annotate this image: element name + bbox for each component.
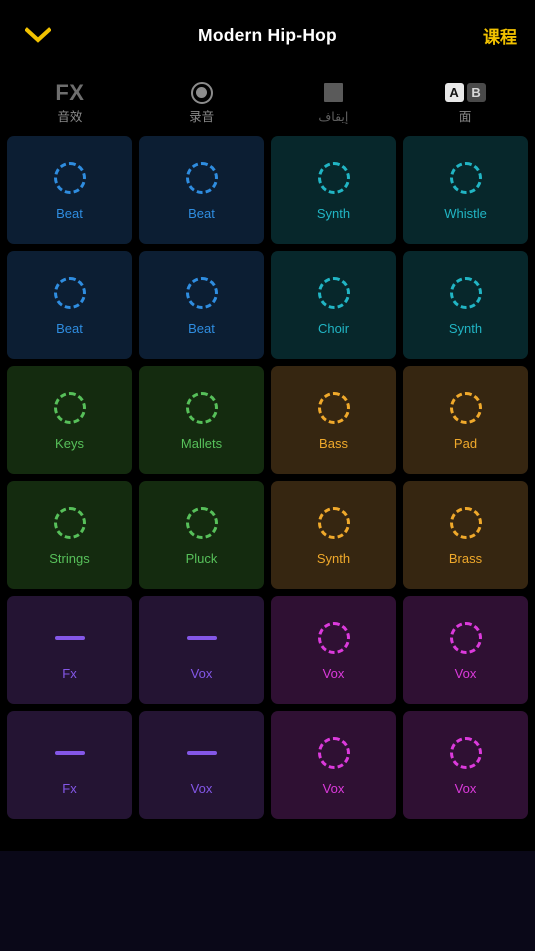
- pad-cell[interactable]: Synth: [403, 251, 528, 359]
- page-title: Modern Hip-Hop: [198, 24, 337, 45]
- pad-label: Vox: [454, 666, 477, 681]
- tool-record-label: 录音: [189, 109, 215, 124]
- pad-cell[interactable]: Keys: [7, 366, 132, 474]
- pad-label: Beat: [188, 206, 215, 221]
- pad-cell[interactable]: Beat: [7, 251, 132, 359]
- tool-stop[interactable]: إيقاف: [268, 70, 400, 132]
- pad-cell[interactable]: Fx: [7, 711, 132, 819]
- dashed-circle-icon: [316, 735, 352, 771]
- dashed-circle-icon: [184, 505, 220, 541]
- dashed-circle-icon: [52, 505, 88, 541]
- pad-label: Mallets: [180, 436, 223, 451]
- record-icon: [190, 79, 213, 107]
- pad-label: Brass: [448, 551, 483, 566]
- pad-cell[interactable]: Choir: [271, 251, 396, 359]
- pad-label: Synth: [448, 321, 483, 336]
- pad-cell[interactable]: Strings: [7, 481, 132, 589]
- pad-label: Vox: [322, 666, 345, 681]
- pad-cell[interactable]: Fx: [7, 596, 132, 704]
- tool-ab-label: 面: [458, 109, 472, 124]
- scene-a-key[interactable]: A: [444, 83, 464, 103]
- stop-icon: [323, 79, 343, 107]
- dashed-circle-icon: [316, 505, 352, 541]
- dashed-circle-icon: [316, 275, 352, 311]
- pad-label: Vox: [454, 781, 477, 796]
- tool-record[interactable]: 录音: [136, 70, 268, 132]
- top-navbar: Modern Hip-Hop 课程: [0, 0, 535, 70]
- pad-cell[interactable]: Synth: [271, 481, 396, 589]
- scene-b-key[interactable]: B: [466, 83, 486, 103]
- dashed-circle-icon: [52, 160, 88, 196]
- pad-label: Vox: [190, 781, 213, 796]
- dashed-circle-icon: [184, 390, 220, 426]
- tool-ab-scenes[interactable]: A B 面: [399, 70, 531, 132]
- fx-icon-text: FX: [55, 79, 85, 105]
- pad-label: Beat: [56, 321, 83, 336]
- pad-cell[interactable]: Bass: [271, 366, 396, 474]
- pad-cell[interactable]: Beat: [139, 136, 264, 244]
- dashed-circle-icon: [448, 620, 484, 656]
- pad-cell[interactable]: Vox: [271, 596, 396, 704]
- pad-label: Pad: [453, 436, 478, 451]
- pad-label: Keys: [55, 436, 84, 451]
- pad-cell[interactable]: Synth: [271, 136, 396, 244]
- dashed-circle-icon: [316, 160, 352, 196]
- pad-label: Strings: [49, 551, 90, 566]
- dashed-circle-icon: [52, 275, 88, 311]
- pad-label: Vox: [322, 781, 345, 796]
- pad-label: Beat: [188, 321, 215, 336]
- pad-label: Fx: [62, 781, 77, 796]
- dashed-circle-icon: [184, 160, 220, 196]
- pad-label: Whistle: [444, 206, 487, 221]
- dashed-circle-icon: [448, 160, 484, 196]
- chevron-down-icon[interactable]: [18, 15, 58, 55]
- pad-label: Choir: [317, 321, 350, 336]
- dashed-circle-icon: [52, 390, 88, 426]
- lessons-button[interactable]: 课程: [483, 23, 517, 48]
- bottom-panel: [0, 851, 535, 951]
- pad-label: Pluck: [185, 551, 218, 566]
- horizontal-bar-icon: [52, 735, 88, 771]
- pad-label: Vox: [190, 666, 213, 681]
- pad-cell[interactable]: Whistle: [403, 136, 528, 244]
- horizontal-bar-icon: [52, 620, 88, 656]
- pad-label: Beat: [56, 206, 83, 221]
- pad-cell[interactable]: Vox: [139, 596, 264, 704]
- pad-cell[interactable]: Beat: [139, 251, 264, 359]
- tool-stop-label: إيقاف: [318, 109, 349, 124]
- dashed-circle-icon: [316, 620, 352, 656]
- ab-toggle-icon: A B: [444, 79, 486, 107]
- horizontal-bar-icon: [184, 620, 220, 656]
- dashed-circle-icon: [448, 505, 484, 541]
- tool-fx[interactable]: FX 音效: [4, 70, 136, 132]
- dashed-circle-icon: [316, 390, 352, 426]
- pad-label: Synth: [316, 206, 351, 221]
- pad-label: Bass: [319, 436, 348, 451]
- pad-label: Synth: [316, 551, 351, 566]
- fx-icon: FX: [55, 79, 84, 107]
- pad-cell[interactable]: Brass: [403, 481, 528, 589]
- loop-pad-grid: Beat Beat Synth Whistle Beat Beat Choir Synth Ke…: [0, 136, 535, 819]
- pad-cell[interactable]: Vox: [271, 711, 396, 819]
- app-root: Modern Hip-Hop 课程 FX 音效 录音 إيقاف A B 面 B…: [0, 0, 535, 951]
- pad-cell[interactable]: Vox: [403, 596, 528, 704]
- dashed-circle-icon: [448, 390, 484, 426]
- dashed-circle-icon: [448, 275, 484, 311]
- pad-cell[interactable]: Pad: [403, 366, 528, 474]
- horizontal-bar-icon: [184, 735, 220, 771]
- dashed-circle-icon: [448, 735, 484, 771]
- dashed-circle-icon: [184, 275, 220, 311]
- transport-toolbar: FX 音效 录音 إيقاف A B 面: [0, 70, 535, 136]
- pad-cell[interactable]: Beat: [7, 136, 132, 244]
- pad-label: Fx: [62, 666, 77, 681]
- pad-cell[interactable]: Pluck: [139, 481, 264, 589]
- pad-cell[interactable]: Vox: [139, 711, 264, 819]
- tool-fx-label: 音效: [57, 109, 83, 124]
- pad-cell[interactable]: Mallets: [139, 366, 264, 474]
- pad-cell[interactable]: Vox: [403, 711, 528, 819]
